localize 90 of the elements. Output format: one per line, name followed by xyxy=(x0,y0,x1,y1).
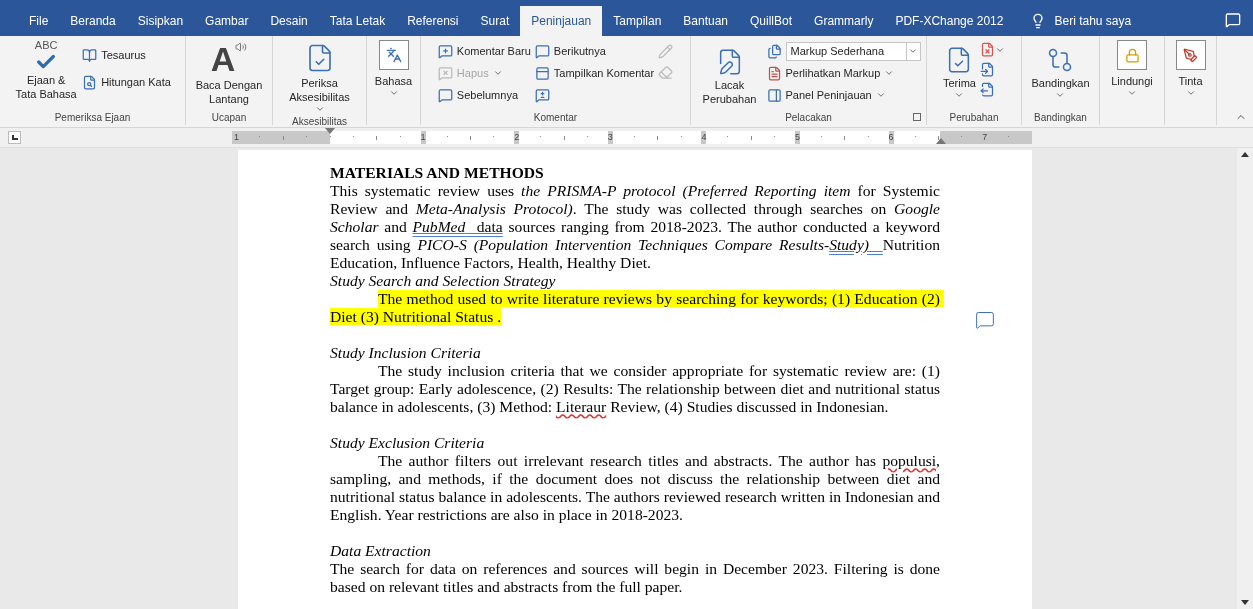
ribbon-tab[interactable]: Grammarly xyxy=(803,6,885,36)
ribbon-tab[interactable]: Referensi xyxy=(396,6,470,36)
ribbon-tab[interactable]: Desain xyxy=(259,6,319,36)
ribbon-tab[interactable]: Peninjauan xyxy=(520,6,603,36)
reviewing-pane-button[interactable]: Panel Peninjauan xyxy=(766,84,921,106)
next-change-icon[interactable] xyxy=(980,82,995,97)
comment-button[interactable]: Sebelumnya xyxy=(437,84,531,106)
previous-change-icon[interactable] xyxy=(980,62,995,77)
scroll-down-icon[interactable] xyxy=(1241,600,1249,605)
ruler-number: 1 xyxy=(420,131,426,144)
body-paragraph: The author filters out irrelevant research titles and abstracts. The author has populusi, sampling, and methods, if the document does not discuss the relationship between diet and nutritional status balance in adolescents. The authors reviewed research written in Indonesian and English. Year restrictions are also in place in 2018-2023. xyxy=(330,452,940,524)
comment-button[interactable]: Tampilkan Komentar xyxy=(534,62,655,84)
pen-icon xyxy=(1175,40,1206,70)
body-paragraph: This systematic review uses the PRISMA-P protocol (Preferred Reporting item for Systemic Review and Meta-Analysis Protocol). The study was collected through searches on Google Scholar and PubMed data sources ranging from 2018-2023. The author conducted a keyword search using PICO-S (Population Intervention Techniques Compare Results-Study) Nutrition Education, Influence Factors, Health, Healthy Diet. xyxy=(330,182,940,272)
tell-me-field[interactable]: Beri tahu saya xyxy=(1054,12,1132,30)
ribbon-tab[interactable]: QuillBot xyxy=(739,6,804,36)
comment-marker-icon[interactable] xyxy=(974,310,996,330)
show-markup-button[interactable]: Perlihatkan Markup xyxy=(766,62,921,84)
body-paragraph: The study inclusion criteria that we consider appropriate for systematic review are: (1) Target group: Early adolescence, (2) Results: The relationship between diet and nutritional status balance in adolescents, (3) Method: Literaur Review, (4) Studies discussed in Indonesian. xyxy=(330,362,940,416)
compare-button[interactable]: Bandingkan xyxy=(1031,44,1090,100)
ruler-number: 4 xyxy=(701,131,707,144)
ribbon-tab[interactable]: Surat xyxy=(469,6,521,36)
caret-icon xyxy=(954,90,965,100)
read-aloud-button[interactable]: A Baca Dengan Lantang xyxy=(193,40,265,106)
spelling-grammar-button[interactable]: ABC Ejaan & Tata Bahasa xyxy=(14,40,79,101)
thesaurus-button[interactable]: Tesaurus xyxy=(82,44,171,66)
ribbon-tab[interactable]: Tampilan xyxy=(602,6,673,36)
caret-icon xyxy=(492,68,503,78)
check-accessibility-button[interactable]: Periksa Aksesibilitas xyxy=(281,40,358,114)
accept-button[interactable]: Terima xyxy=(943,44,976,100)
subsection-heading: Study Exclusion Criteria xyxy=(330,434,486,452)
caret-icon xyxy=(875,90,886,100)
comment-button[interactable]: Komentar Baru xyxy=(437,40,531,62)
tab-stop-icon[interactable] xyxy=(8,131,21,144)
subsection-heading: Study Inclusion Criteria xyxy=(330,344,482,362)
comment-icon xyxy=(437,65,453,81)
subsection-heading: Data Extraction xyxy=(330,542,432,560)
ink-button[interactable]: Tinta xyxy=(1175,40,1206,98)
ruler-number: 2 xyxy=(514,131,520,144)
panel-icon xyxy=(766,87,782,103)
scroll-up-icon[interactable] xyxy=(1241,152,1249,157)
comments-icon[interactable] xyxy=(1225,12,1241,28)
vertical-scrollbar[interactable] xyxy=(1237,148,1253,609)
ribbon-tab[interactable]: Tata Letak xyxy=(318,6,397,36)
comment-edit-icon[interactable] xyxy=(534,88,550,103)
group-label: Perubahan xyxy=(949,110,999,125)
right-indent-marker-icon[interactable] xyxy=(936,138,946,144)
panel-icon xyxy=(534,65,550,81)
section-heading: MATERIALS AND METHODS xyxy=(330,164,545,182)
comment-icon xyxy=(534,43,550,59)
comment-button[interactable]: Berikutnya xyxy=(534,40,655,62)
caret-icon xyxy=(1185,88,1196,98)
language-icon xyxy=(378,40,409,70)
track-changes-button[interactable]: Lacak Perubahan xyxy=(696,46,763,106)
markup-dropdown[interactable]: Markup Sederhana xyxy=(785,41,921,61)
comment-icon xyxy=(437,43,453,59)
caret-icon xyxy=(884,68,895,78)
group-label: Pemeriksa Ejaan xyxy=(54,110,131,125)
group-label: Ucapan xyxy=(211,110,247,125)
word-count-button[interactable]: Hitungan Kata xyxy=(82,71,171,93)
ribbon-tab[interactable]: Sisipkan xyxy=(126,6,195,36)
ruler-number: 3 xyxy=(607,131,613,144)
body-paragraph: The search for data on references and sources will begin in December 2023. Filtering is done based on relevant titles and abstracts from the full paper. xyxy=(330,560,940,596)
protect-button[interactable]: Lindungi xyxy=(1111,40,1153,98)
ruler-number: 5 xyxy=(795,131,800,144)
caret-icon xyxy=(1055,90,1066,100)
ribbon-tab[interactable]: Bantuan xyxy=(672,6,740,36)
group-label: Bandingkan xyxy=(1034,110,1087,125)
caret-icon xyxy=(388,88,399,98)
indent-marker-icon[interactable] xyxy=(325,128,335,134)
caret-icon xyxy=(908,46,918,56)
document-icon xyxy=(766,65,782,81)
ribbon-tab[interactable]: Gambar xyxy=(194,6,260,36)
group-label: Pelacakan xyxy=(785,110,832,125)
group-label: Komentar xyxy=(533,110,578,125)
ribbon-tab[interactable]: File xyxy=(18,6,60,36)
caret-icon xyxy=(314,104,325,114)
dialog-launcher-icon[interactable] xyxy=(913,113,921,121)
comment-icon xyxy=(437,87,453,103)
group-label: Aksesibilitas xyxy=(292,115,347,129)
ribbon-tab[interactable]: Beranda xyxy=(59,6,127,36)
ruler-number: 6 xyxy=(888,131,894,144)
subsection-heading: Study Search and Selection Strategy xyxy=(330,272,557,290)
markup-icon xyxy=(766,43,782,59)
book-icon xyxy=(82,47,98,63)
lock-icon xyxy=(1117,40,1147,70)
ribbon-tab[interactable]: PDF-XChange 2012 xyxy=(884,6,1015,36)
reject-icon[interactable] xyxy=(980,42,995,57)
caret-icon xyxy=(1127,88,1137,98)
language-button[interactable]: Bahasa xyxy=(374,40,413,98)
